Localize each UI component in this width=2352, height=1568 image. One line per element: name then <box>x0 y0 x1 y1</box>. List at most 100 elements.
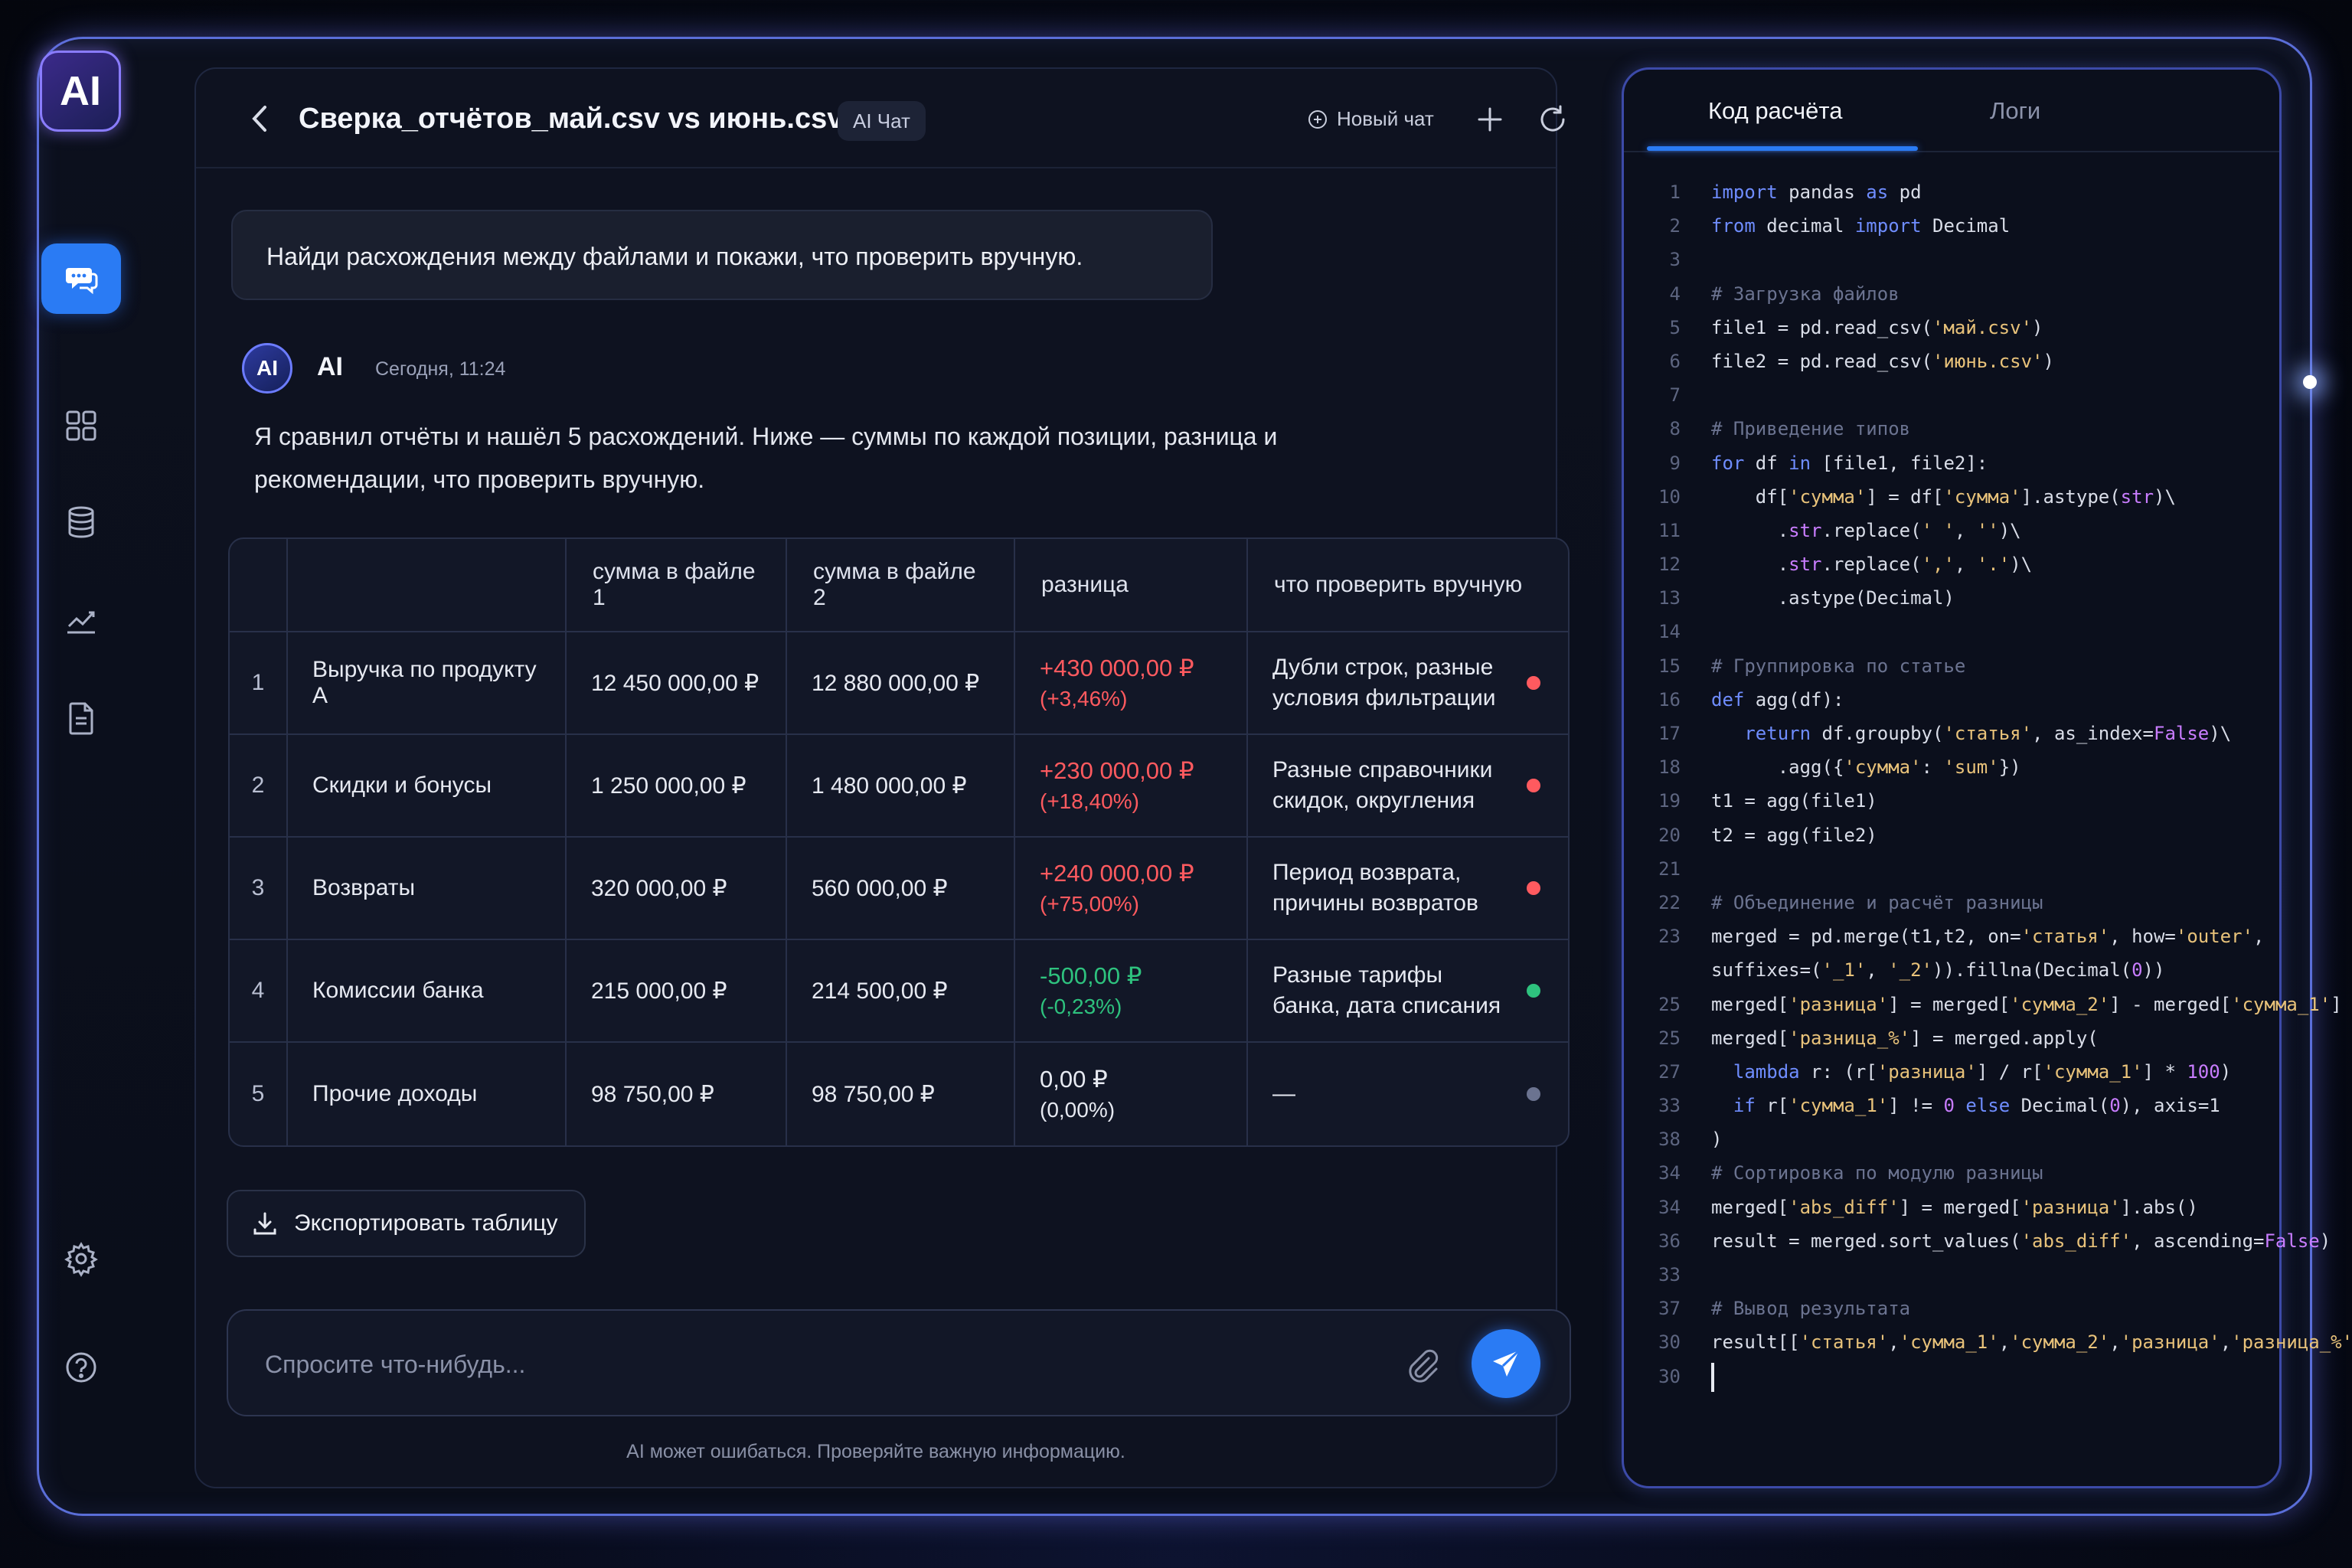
line-number: 27 <box>1658 1060 1681 1083</box>
line-code: for df in [file1, file2]: <box>1711 452 1988 474</box>
line-code: merged['разница'] = merged['сумма_2'] - … <box>1711 993 2342 1015</box>
line-number: 14 <box>1658 621 1681 643</box>
row-number: 1 <box>230 632 288 735</box>
row-item: Выручка по продукту А <box>288 632 567 735</box>
code-line: 13 .astype(Decimal) <box>1624 581 2279 615</box>
chart-icon <box>67 611 95 634</box>
diff-percent: (+18,40%) <box>1040 789 1139 813</box>
line-number: 16 <box>1658 688 1681 710</box>
line-code: t1 = agg(file1) <box>1711 790 1877 812</box>
plus-icon[interactable] <box>1473 103 1507 136</box>
send-button[interactable] <box>1472 1329 1540 1398</box>
ai-response-text: Я сравнил отчёты и нашёл 5 расхождений. … <box>254 423 1278 493</box>
line-number: 38 <box>1658 1129 1681 1151</box>
sidebar-item-documents[interactable] <box>41 683 121 753</box>
line-code: suffixes=('_1', '_2')).fillna(Decimal(0)… <box>1711 959 2165 982</box>
row-file1-sum: 1 250 000,00 ₽ <box>567 735 787 838</box>
line-code: import pandas as pd <box>1711 181 1922 203</box>
sidebar-item-chat[interactable] <box>41 243 121 314</box>
status-dot <box>1527 779 1540 792</box>
code-line: 30 result[['статья','сумма_1','сумма_2','… <box>1624 1325 2352 1359</box>
header-file1: сумма в файле 1 <box>567 539 787 632</box>
line-code: # Загрузка файлов <box>1711 283 1900 305</box>
table-row: 3 Возвраты 320 000,00 ₽560 000,00 ₽ +240 00… <box>230 838 1568 940</box>
line-number: 37 <box>1658 1298 1681 1320</box>
line-number: 23 <box>1658 926 1681 948</box>
back-icon[interactable] <box>242 100 280 138</box>
sidebar-item-analytics[interactable] <box>41 585 121 655</box>
line-code: # Вывод результата <box>1711 1298 1911 1320</box>
line-code: ) <box>1711 1129 1723 1151</box>
line-code: # Сортировка по модулю разницы <box>1711 1162 2043 1184</box>
code-line: 22 # Объединение и расчёт разницы <box>1624 886 2279 920</box>
row-item: Возвраты <box>288 838 567 940</box>
tab-logs[interactable]: Логи <box>1990 97 2040 125</box>
document-icon <box>69 702 93 735</box>
row-file1-sum: 98 750,00 ₽ <box>567 1043 787 1145</box>
sidebar-item-dashboard[interactable] <box>41 390 121 461</box>
paperclip-icon[interactable] <box>1403 1346 1441 1384</box>
check-text: Разные тарифы банка, дата списания <box>1272 962 1501 1018</box>
code-line: 34 merged['abs_diff'] = merged['разница']… <box>1624 1191 2279 1224</box>
line-number: 19 <box>1658 790 1681 812</box>
line-code: result[['статья','сумма_1','сумма_2','ра… <box>1711 1331 2352 1354</box>
code-line: 34 # Сортировка по модулю разницы <box>1624 1156 2279 1190</box>
line-number: 30 <box>1658 1365 1681 1387</box>
check-text: — <box>1272 1081 1295 1106</box>
diff-percent: (+75,00%) <box>1040 892 1139 916</box>
row-file1-sum: 215 000,00 ₽ <box>567 940 787 1043</box>
line-code: .astype(Decimal) <box>1711 587 1955 609</box>
code-tabs: Код расчёта Логи <box>1624 70 2279 152</box>
export-table-button[interactable]: Экспортировать таблицу <box>227 1190 586 1257</box>
header-item <box>288 539 567 632</box>
line-number: 7 <box>1669 384 1681 407</box>
disclaimer: AI может ошибаться. Проверяйте важную ин… <box>626 1441 1125 1462</box>
text-cursor <box>1711 1362 1714 1392</box>
line-number: 33 <box>1658 1264 1681 1285</box>
sidebar-item-database[interactable] <box>41 487 121 557</box>
line-code: # Объединение и расчёт разницы <box>1711 891 2043 913</box>
code-line: 27 lambda r: (r['разница'] / r['сумма_1'… <box>1624 1055 2279 1089</box>
line-code: # Приведение типов <box>1711 418 1911 440</box>
line-code: .str.replace(' ', '')\ <box>1711 519 2021 541</box>
help-button[interactable] <box>41 1332 121 1403</box>
row-number: 5 <box>230 1043 288 1145</box>
app-logo[interactable]: AI <box>40 51 121 132</box>
ai-avatar: AI <box>242 343 292 394</box>
line-number: 6 <box>1669 350 1681 372</box>
row-item: Прочие доходы <box>288 1043 567 1145</box>
row-item: Комиссии банка <box>288 940 567 1043</box>
grid-icon <box>66 410 96 441</box>
row-check: — <box>1248 1043 1568 1145</box>
code-line: 3 <box>1624 243 2279 276</box>
chat-type-badge: AI Чат <box>838 101 926 141</box>
row-diff: +430 000,00 ₽ (+3,46%) <box>1015 632 1248 735</box>
diff-percent: (0,00%) <box>1040 1098 1116 1122</box>
row-file2-sum: 98 750,00 ₽ <box>787 1043 1015 1145</box>
line-number: 34 <box>1658 1196 1681 1218</box>
settings-button[interactable] <box>41 1223 121 1294</box>
code-editor[interactable]: 1 import pandas as pd 2 from decimal import… <box>1624 175 2352 1393</box>
line-number: 3 <box>1669 249 1681 271</box>
row-file2-sum: 214 500,00 ₽ <box>787 940 1015 1043</box>
chat-panel: Сверка_отчётов_май.csv vs июнь.csv AI Ча… <box>194 67 1571 1488</box>
table-row: 1 Выручка по продукту А 12 450 000,00 ₽12 … <box>230 632 1568 735</box>
gear-icon <box>64 1242 98 1277</box>
diff-value: +430 000,00 ₽ <box>1040 655 1194 681</box>
line-number: 36 <box>1658 1230 1681 1252</box>
export-label: Экспортировать таблицу <box>294 1210 558 1236</box>
line-number: 15 <box>1658 655 1681 677</box>
diff-value: -500,00 ₽ <box>1040 962 1142 989</box>
refresh-icon[interactable] <box>1536 103 1570 136</box>
chat-title: Сверка_отчётов_май.csv vs июнь.csv <box>299 103 844 135</box>
row-number: 3 <box>230 838 288 940</box>
help-icon <box>66 1352 96 1383</box>
new-chat-label: Новый чат <box>1337 107 1434 130</box>
status-dot <box>1527 984 1540 998</box>
row-check: Разные тарифы банка, дата списания <box>1248 940 1568 1043</box>
tab-code[interactable]: Код расчёта <box>1708 97 1842 125</box>
new-chat-button[interactable]: Новый чат <box>1308 107 1434 131</box>
row-item: Скидки и бонусы <box>288 735 567 838</box>
message-input[interactable] <box>265 1341 1337 1387</box>
line-code: lambda r: (r['разница'] / r['сумма_1'] *… <box>1733 1060 2232 1083</box>
